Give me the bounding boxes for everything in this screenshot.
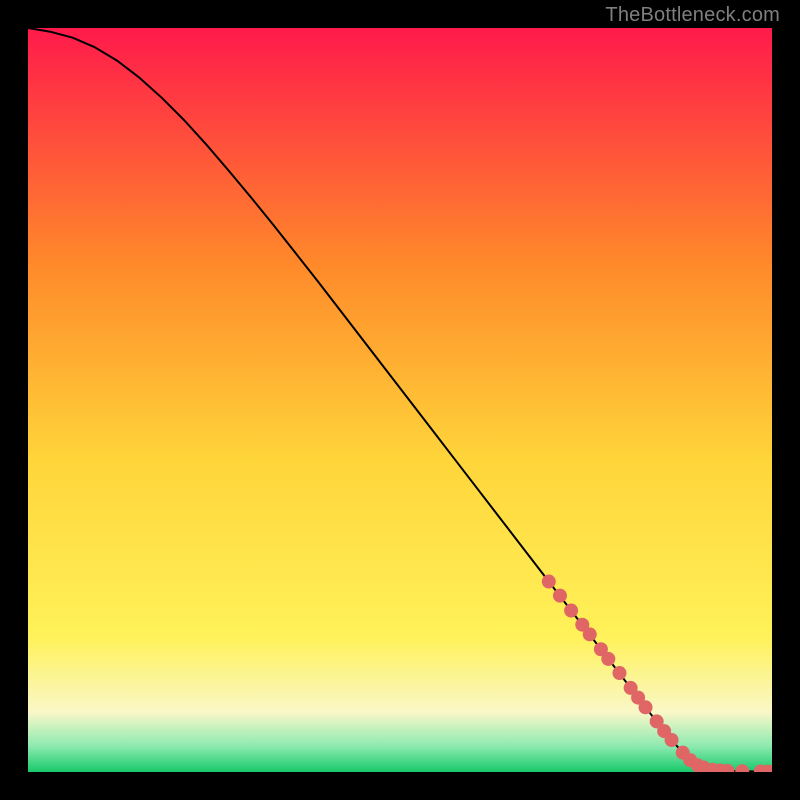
chart-svg [28, 28, 772, 772]
data-marker [639, 700, 653, 714]
data-marker [553, 589, 567, 603]
data-marker [564, 604, 578, 618]
gradient-background [28, 28, 772, 772]
data-marker [542, 575, 556, 589]
data-marker [583, 627, 597, 641]
data-marker [601, 652, 615, 666]
data-marker [665, 733, 679, 747]
attribution-label: TheBottleneck.com [605, 4, 780, 27]
data-marker [612, 666, 626, 680]
chart-stage: TheBottleneck.com [0, 0, 800, 800]
plot-area [28, 28, 772, 772]
